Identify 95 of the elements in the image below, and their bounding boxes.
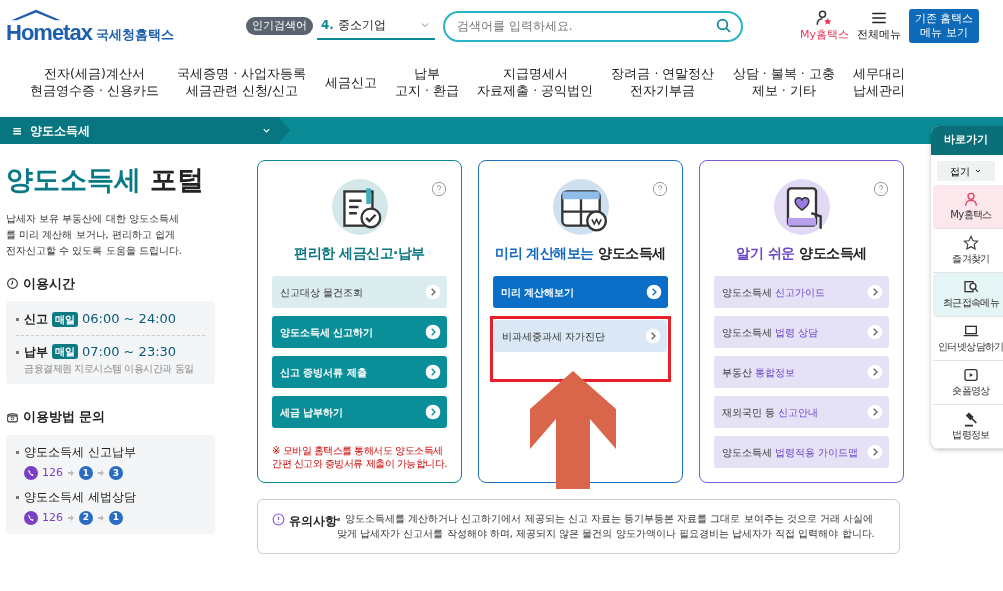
menu-item-button[interactable]: 신고대상 물건조회	[272, 276, 447, 308]
quick-menu-item[interactable]: My홈택스	[933, 185, 1003, 229]
star-icon	[963, 235, 979, 251]
book-icon	[773, 179, 830, 235]
phone-icon	[24, 510, 38, 525]
section-heading: 이용방법 문의	[23, 408, 106, 427]
play-icon	[963, 367, 979, 383]
chevron-right-icon	[645, 328, 661, 344]
help-icon[interactable]	[652, 181, 668, 197]
day-badge: 매일	[52, 344, 78, 359]
description: 납세자 보유 부동산에 대한 양도소득세를 미리 계산해 보거나, 편리하고 쉽게 전자신고할 수 있도록 도움을 드립니다.	[6, 211, 183, 258]
time-text: 06:00 ~ 24:00	[82, 310, 177, 329]
gavel-icon	[963, 411, 979, 427]
menu-item-button[interactable]: 양도소득세 신고하기	[272, 316, 447, 348]
clock-icon	[6, 277, 19, 291]
help-icon[interactable]	[431, 181, 447, 197]
next-arrow-icon	[67, 468, 75, 479]
contact-label: 양도소득세 세법상담	[16, 487, 205, 506]
next-arrow-icon	[67, 512, 75, 523]
chevron-right-icon	[646, 284, 662, 300]
menu-item-button[interactable]: 재외국민 등 신고안내	[714, 396, 889, 428]
nav-menu-item[interactable]: 세무대리 납세관리	[844, 66, 913, 100]
nav-menu-item[interactable]: 세금신고	[316, 74, 385, 92]
hours-label: 납부	[16, 342, 48, 361]
chevron-right-icon	[867, 364, 883, 380]
hours-note: 금융결제원 지로시스템 이용시간과 동일	[23, 362, 195, 377]
fold-button[interactable]: 접기	[937, 161, 995, 181]
page-title: 양도소득세 포털	[6, 163, 206, 197]
contact-label: 양도소득세 신고납부	[16, 443, 205, 461]
my-hometax-link[interactable]: My홈택스	[800, 8, 849, 44]
chevron-right-icon	[425, 284, 441, 300]
nav-menu-item[interactable]: 지급명세서 자료제출 · 공익법인	[469, 66, 602, 100]
menu-item-button[interactable]: 양도소득세 법령 상담	[714, 316, 889, 348]
chevron-right-icon	[425, 324, 441, 340]
chevron-right-icon	[425, 364, 441, 380]
user-icon	[963, 191, 979, 207]
document-icon	[331, 179, 388, 235]
quick-menu-item[interactable]: 숏폼영상	[933, 361, 1003, 405]
card-title: 편리한 세금신고·납부	[293, 244, 426, 263]
notice-label: 유의사항	[289, 513, 337, 530]
full-menu-link[interactable]: 전체메뉴	[857, 8, 901, 44]
telephone-icon	[6, 411, 19, 425]
logo-caption: 국세청홈택스	[95, 25, 174, 44]
caret-icon	[974, 167, 982, 175]
chevron-right-icon	[867, 444, 883, 460]
chevron-right-icon	[867, 284, 883, 300]
step-number: 1	[79, 466, 93, 481]
search-icon[interactable]	[714, 16, 733, 35]
menu-item-button[interactable]: 신고 증빙서류 제출	[272, 356, 447, 388]
nav-menu-item[interactable]: 상담 · 불복 · 고충 제보 · 기타	[724, 66, 843, 100]
card-title: 알기 쉬운 양도소득세	[735, 244, 868, 263]
quick-menu-item[interactable]: 법령정보	[933, 405, 1003, 449]
nav-menu-item[interactable]: 국세증명 · 사업자등록 세금관련 신청/신고	[169, 66, 315, 100]
menu-item-button[interactable]: 미리 계산해보기	[493, 276, 668, 308]
step-number: 1	[109, 510, 123, 525]
hours-label: 신고	[16, 310, 48, 328]
search-field[interactable]: 검색어를 입력하세요.	[442, 10, 743, 42]
calculator-icon	[552, 179, 609, 235]
card-title: 미리 계산해보는 양도소득세	[494, 244, 667, 263]
phone-number: 126	[42, 465, 63, 481]
nav-menu-item[interactable]: 장려금 · 연말정산 전자기부금	[603, 66, 723, 100]
legacy-menu-button[interactable]: 기존 홈택스 메뉴 보기	[909, 9, 979, 43]
breadcrumb-bar[interactable]: ≡ 양도소득세	[0, 117, 290, 144]
popular-keyword-select[interactable]: 4. 중소기업	[316, 12, 435, 40]
phone-icon	[24, 466, 38, 481]
menu-item-button[interactable]: 비과세중과세 자가진단	[494, 320, 667, 352]
section-heading: 이용시간	[23, 274, 75, 293]
quick-menu-title: 바로가기	[931, 126, 1003, 155]
laptop-icon	[963, 323, 979, 339]
menu-item-button[interactable]: 양도소득세 신고가이드	[714, 276, 889, 308]
alert-icon	[272, 513, 285, 526]
quick-menu-item[interactable]: 인터넷상담하기	[933, 317, 1003, 361]
day-badge: 매일	[52, 311, 78, 327]
quick-menu-item[interactable]: 최근접속메뉴	[933, 273, 1003, 317]
time-text: 07:00 ~ 23:30	[82, 342, 177, 361]
notice-text: ※ 모바일 홈택스를 통해서도 양도소득세 간편 신고와 증빙서류 제출이 가능합니다.	[272, 444, 447, 470]
popular-label: 인기검색어	[245, 16, 313, 36]
menu-item-button[interactable]: 양도소득세 법령적용 가이드맵	[714, 436, 889, 468]
phone-number: 126	[42, 509, 63, 526]
menu-item-button[interactable]: 부동산 통합정보	[714, 356, 889, 388]
chevron-right-icon	[867, 324, 883, 340]
step-number: 2	[79, 510, 93, 525]
logo[interactable]: Hometax	[6, 22, 92, 44]
nav-menu-item[interactable]: 전자(세금)계산서 현금영수증 · 신용카드	[22, 66, 167, 100]
help-icon[interactable]	[873, 181, 889, 197]
user-icon	[815, 8, 834, 27]
chevron-right-icon	[867, 404, 883, 420]
chevron-right-icon	[425, 404, 441, 420]
menu-item-button[interactable]: 세금 납부하기	[272, 396, 447, 428]
notice-text: 양도소득세를 계산하거나 신고하기에서 제공되는 신고 자료는 등기부등본 자료를 그대로 보여주는 것으로 거래 사실에 맞게 납세자가 신고서를 작성해야 하며, 제공되지 않은 물건의 양도가액이나 필요경비는 납세자가 직접 입력해야 합니다.	[337, 512, 885, 541]
search-document-icon	[963, 279, 979, 295]
nav-menu-item[interactable]: 납부 고지 · 환급	[386, 66, 467, 100]
step-number: 3	[109, 466, 123, 481]
next-arrow-icon	[97, 512, 105, 523]
next-arrow-icon	[97, 468, 105, 479]
